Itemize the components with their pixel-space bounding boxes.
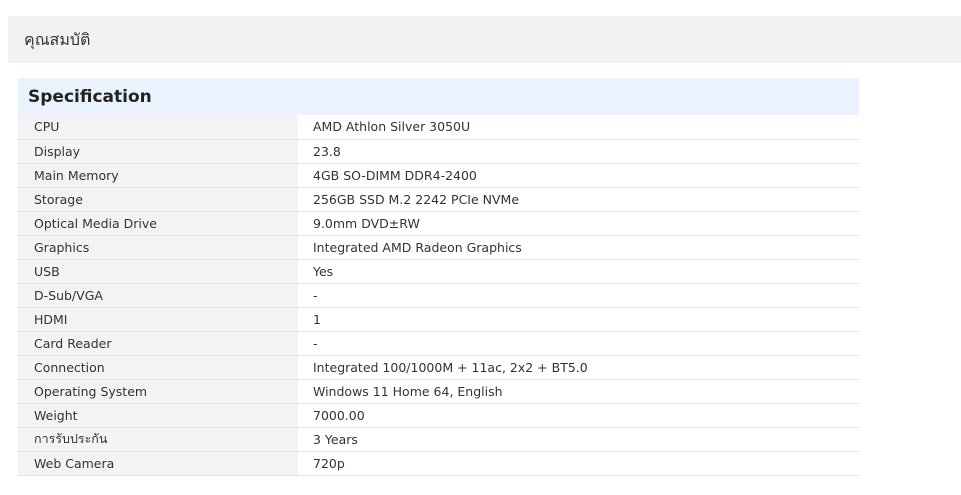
spec-value: 23.8 (298, 139, 859, 164)
spec-row-weight: Weight 7000.00 (18, 403, 859, 428)
spec-label: Card Reader (18, 331, 298, 356)
spec-label: Connection (18, 355, 298, 380)
spec-value: 256GB SSD M.2 2242 PCIe NVMe (298, 187, 859, 212)
spec-label: D-Sub/VGA (18, 283, 298, 308)
spec-value: Windows 11 Home 64, English (298, 379, 859, 404)
specification-title: Specification (28, 86, 152, 107)
spec-row-hdmi: HDMI 1 (18, 307, 859, 332)
spec-label: Web Camera (18, 451, 298, 476)
spec-row-optical-drive: Optical Media Drive 9.0mm DVD±RW (18, 211, 859, 236)
spec-row-connection: Connection Integrated 100/1000M + 11ac, … (18, 355, 859, 380)
spec-value: 3 Years (298, 427, 859, 452)
spec-row-graphics: Graphics Integrated AMD Radeon Graphics (18, 235, 859, 260)
spec-row-display: Display 23.8 (18, 139, 859, 164)
spec-label: HDMI (18, 307, 298, 332)
spec-value: 7000.00 (298, 403, 859, 428)
spec-row-card-reader: Card Reader - (18, 331, 859, 356)
specification-header: Specification (18, 78, 859, 115)
spec-label: Main Memory (18, 163, 298, 188)
section-header: คุณสมบัติ (8, 16, 961, 63)
spec-label: การรับประกัน (18, 427, 298, 452)
spec-value: AMD Athlon Silver 3050U (298, 115, 859, 140)
spec-row-operating-system: Operating System Windows 11 Home 64, Eng… (18, 379, 859, 404)
spec-label: Operating System (18, 379, 298, 404)
spec-value: 720p (298, 451, 859, 476)
spec-label: Weight (18, 403, 298, 428)
section-title: คุณสมบัติ (24, 30, 91, 49)
spec-row-storage: Storage 256GB SSD M.2 2242 PCIe NVMe (18, 187, 859, 212)
spec-row-usb: USB Yes (18, 259, 859, 284)
spec-row-warranty: การรับประกัน 3 Years (18, 427, 859, 452)
spec-value: 4GB SO-DIMM DDR4-2400 (298, 163, 859, 188)
spec-value: Yes (298, 259, 859, 284)
spec-row-web-camera: Web Camera 720p (18, 451, 859, 476)
spec-label: CPU (18, 115, 298, 140)
spec-value: - (298, 283, 859, 308)
spec-row-main-memory: Main Memory 4GB SO-DIMM DDR4-2400 (18, 163, 859, 188)
spec-label: Optical Media Drive (18, 211, 298, 236)
spec-value: - (298, 331, 859, 356)
spec-label: USB (18, 259, 298, 284)
spec-value: 9.0mm DVD±RW (298, 211, 859, 236)
spec-value: Integrated 100/1000M + 11ac, 2x2 + BT5.0 (298, 355, 859, 380)
spec-row-cpu: CPU AMD Athlon Silver 3050U (18, 115, 859, 140)
spec-label: Graphics (18, 235, 298, 260)
spec-value: 1 (298, 307, 859, 332)
spec-label: Display (18, 139, 298, 164)
spec-label: Storage (18, 187, 298, 212)
spec-value: Integrated AMD Radeon Graphics (298, 235, 859, 260)
specification-table: CPU AMD Athlon Silver 3050U Display 23.8… (18, 115, 859, 476)
specification-panel: Specification CPU AMD Athlon Silver 3050… (18, 78, 859, 476)
spec-row-dsub-vga: D-Sub/VGA - (18, 283, 859, 308)
